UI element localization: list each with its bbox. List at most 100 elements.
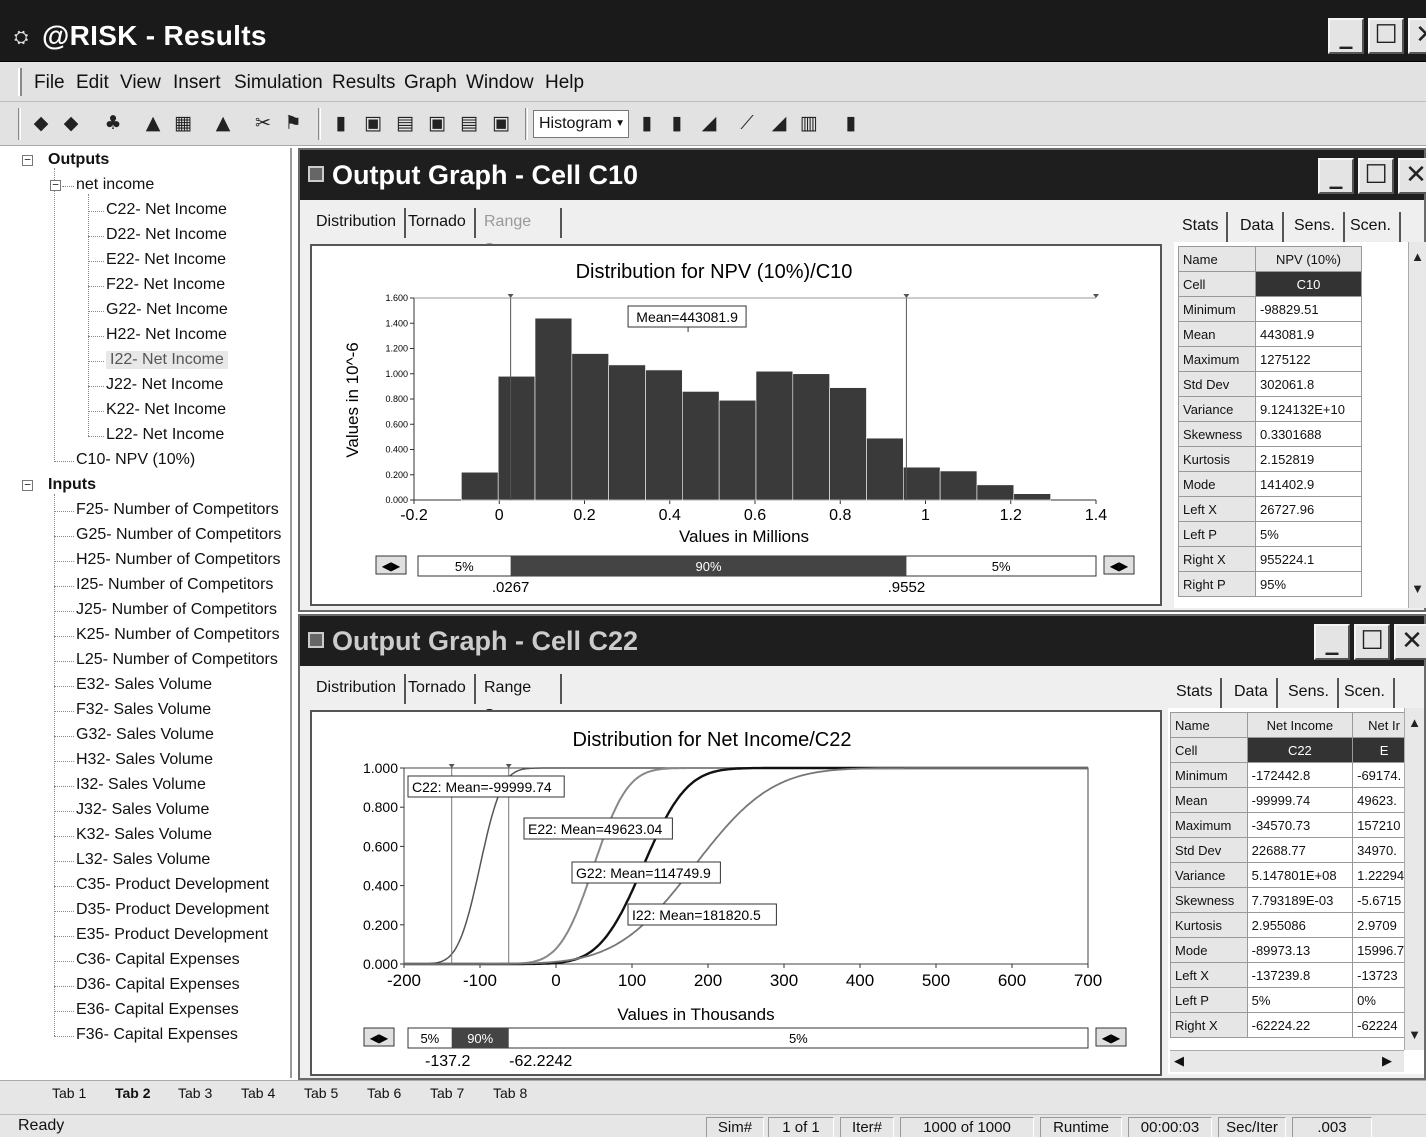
stats-value[interactable]: -34570.73 [1246, 812, 1354, 838]
stats-header-cell[interactable]: Name [1170, 712, 1248, 738]
tree-output-item[interactable]: K22- Net Income [106, 401, 226, 419]
stats-value[interactable]: -99999.74 [1246, 787, 1354, 813]
tab-sens[interactable]: Sens. [1280, 678, 1339, 708]
histogram-icon[interactable]: ▮ [634, 110, 660, 136]
stats-value[interactable]: -62224.22 [1246, 1012, 1354, 1038]
stats-value[interactable]: 1275122 [1255, 346, 1362, 372]
tab-distribution[interactable]: Distribution [308, 674, 407, 704]
tree-outputs[interactable]: Outputs [48, 151, 109, 169]
sheet-tab[interactable]: Tab 2 [115, 1085, 151, 1101]
tree-input-item[interactable]: C36- Capital Expenses [76, 951, 240, 969]
tab-data[interactable]: Data [1232, 212, 1284, 242]
tree-input-item[interactable]: I32- Sales Volume [76, 776, 206, 794]
tab-range-summary[interactable]: Range Summary [476, 208, 563, 258]
scissors-icon[interactable]: ✂ [250, 110, 276, 136]
tree-input-item[interactable]: G25- Number of Competitors [76, 526, 281, 544]
bar-chart-icon[interactable]: ▥ [796, 110, 822, 136]
sheet-tab[interactable]: Tab 5 [304, 1085, 338, 1101]
close-button[interactable]: ✕ [1408, 18, 1426, 54]
tab-stats[interactable]: Stats [1168, 678, 1223, 708]
histogram-graph-icon[interactable]: ▮ [328, 110, 354, 136]
stats-value[interactable]: C10 [1255, 271, 1362, 297]
tree-input-item[interactable]: E36- Capital Expenses [76, 1001, 239, 1019]
tree-input-item[interactable]: L25- Number of Competitors [76, 651, 278, 669]
tree-output-item[interactable]: E22- Net Income [106, 251, 226, 269]
stats-value[interactable]: 443081.9 [1255, 321, 1362, 347]
tree-input-item[interactable]: F32- Sales Volume [76, 701, 211, 719]
select-output-icon[interactable]: ◆ [28, 110, 54, 136]
tab-sens[interactable]: Sens. [1286, 212, 1345, 242]
scroll-right-icon[interactable]: ▶ [1382, 1053, 1392, 1069]
scenario-window-icon[interactable]: ▤ [456, 110, 482, 136]
stats-header-cell[interactable]: NPV (10%) [1255, 246, 1362, 272]
tree-output-item[interactable]: C10- NPV (10%) [76, 451, 195, 469]
scroll-down-icon[interactable]: ▼ [1405, 1024, 1424, 1046]
tree-input-item[interactable]: H32- Sales Volume [76, 751, 213, 769]
menu-insert[interactable]: Insert [173, 72, 221, 94]
stats-value[interactable]: 2.152819 [1255, 446, 1362, 472]
line-graph-icon[interactable]: ⟋ [734, 110, 760, 136]
menu-file[interactable]: File [34, 72, 65, 94]
tab-scen[interactable]: Scen. [1342, 212, 1401, 242]
tree-output-item[interactable]: H22- Net Income [106, 326, 227, 344]
stats-header-cell[interactable]: Name [1178, 246, 1256, 272]
sheet-icon[interactable]: ▦ [170, 110, 196, 136]
select-input-icon[interactable]: ◆ [58, 110, 84, 136]
tree-inputs[interactable]: Inputs [48, 476, 96, 494]
stats-value[interactable]: 22688.77 [1246, 837, 1354, 863]
minimize-button[interactable]: _ [1328, 18, 1364, 54]
stats-value[interactable]: 2.955086 [1246, 912, 1354, 938]
stats-value[interactable]: 7.793189E-03 [1246, 887, 1354, 913]
stats-value[interactable]: 141402.9 [1255, 471, 1362, 497]
menu-simulation[interactable]: Simulation [234, 72, 323, 94]
stats-value[interactable]: -137239.8 [1246, 962, 1354, 988]
collapse-inputs-icon[interactable]: − [22, 479, 33, 491]
tree-output-item[interactable]: F22- Net Income [106, 276, 225, 294]
stats-value[interactable]: 95% [1255, 571, 1362, 597]
sheet-tab[interactable]: Tab 7 [430, 1085, 464, 1101]
stats-value[interactable]: 955224.1 [1255, 546, 1362, 572]
graph-type-select[interactable]: Histogram ▼ [533, 110, 629, 138]
stats-value[interactable]: 9.124132E+10 [1255, 396, 1362, 422]
tab-tornado[interactable]: Tornado [400, 674, 476, 704]
scroll-up-icon[interactable]: ▲ [1405, 712, 1424, 734]
sheet-tab[interactable]: Tab 4 [241, 1085, 275, 1101]
flag-icon[interactable]: ⚑ [280, 110, 306, 136]
tree-input-item[interactable]: J32- Sales Volume [76, 801, 209, 819]
scroll-down-icon[interactable]: ▼ [1409, 578, 1426, 600]
tree-input-item[interactable]: E35- Product Development [76, 926, 268, 944]
tree-input-item[interactable]: J25- Number of Competitors [76, 601, 277, 619]
tree-input-item[interactable]: D36- Capital Expenses [76, 976, 240, 994]
tree-input-item[interactable]: G32- Sales Volume [76, 726, 214, 744]
area-icon[interactable]: ◢ [696, 110, 722, 136]
tree-input-item[interactable]: E32- Sales Volume [76, 676, 212, 694]
menu-results[interactable]: Results [332, 72, 395, 94]
area-fill-icon[interactable]: ◢ [766, 110, 792, 136]
menu-window[interactable]: Window [466, 72, 534, 94]
menu-help[interactable]: Help [545, 72, 584, 94]
tree-input-item[interactable]: I25- Number of Competitors [76, 576, 273, 594]
tree-icon[interactable]: ♣ [100, 110, 126, 136]
stats-hscrollbar[interactable]: ◀ ▶ [1170, 1050, 1404, 1072]
tree-input-item[interactable]: F25- Number of Competitors [76, 501, 279, 519]
sheet-tab[interactable]: Tab 1 [52, 1085, 86, 1101]
stats-value[interactable]: 5% [1255, 521, 1362, 547]
maximize-button[interactable]: ☐ [1358, 158, 1394, 194]
tree-input-item[interactable]: C35- Product Development [76, 876, 269, 894]
sheet-tab[interactable]: Tab 3 [178, 1085, 212, 1101]
stats-scrollbar[interactable]: ▲ ▼ [1408, 242, 1426, 608]
tree-input-item[interactable]: K25- Number of Competitors [76, 626, 280, 644]
report-icon[interactable]: ▲ [140, 110, 166, 136]
tab-scen[interactable]: Scen. [1336, 678, 1395, 708]
tree-output-item[interactable]: G22- Net Income [106, 301, 228, 319]
stats-value[interactable]: 302061.8 [1255, 371, 1362, 397]
summary-window-icon[interactable]: ▣ [488, 110, 514, 136]
tab-range-summary[interactable]: Range Summary [476, 674, 563, 724]
tree-output-item[interactable]: I22- Net Income [106, 351, 228, 369]
tree-input-item[interactable]: F36- Capital Expenses [76, 1026, 238, 1044]
close-button[interactable]: ✕ [1398, 158, 1426, 194]
stats-value[interactable]: -172442.8 [1246, 762, 1354, 788]
overlay-histogram-icon[interactable]: ▮ [664, 110, 690, 136]
tree-input-item[interactable]: K32- Sales Volume [76, 826, 212, 844]
minimize-button[interactable]: _ [1314, 624, 1350, 660]
